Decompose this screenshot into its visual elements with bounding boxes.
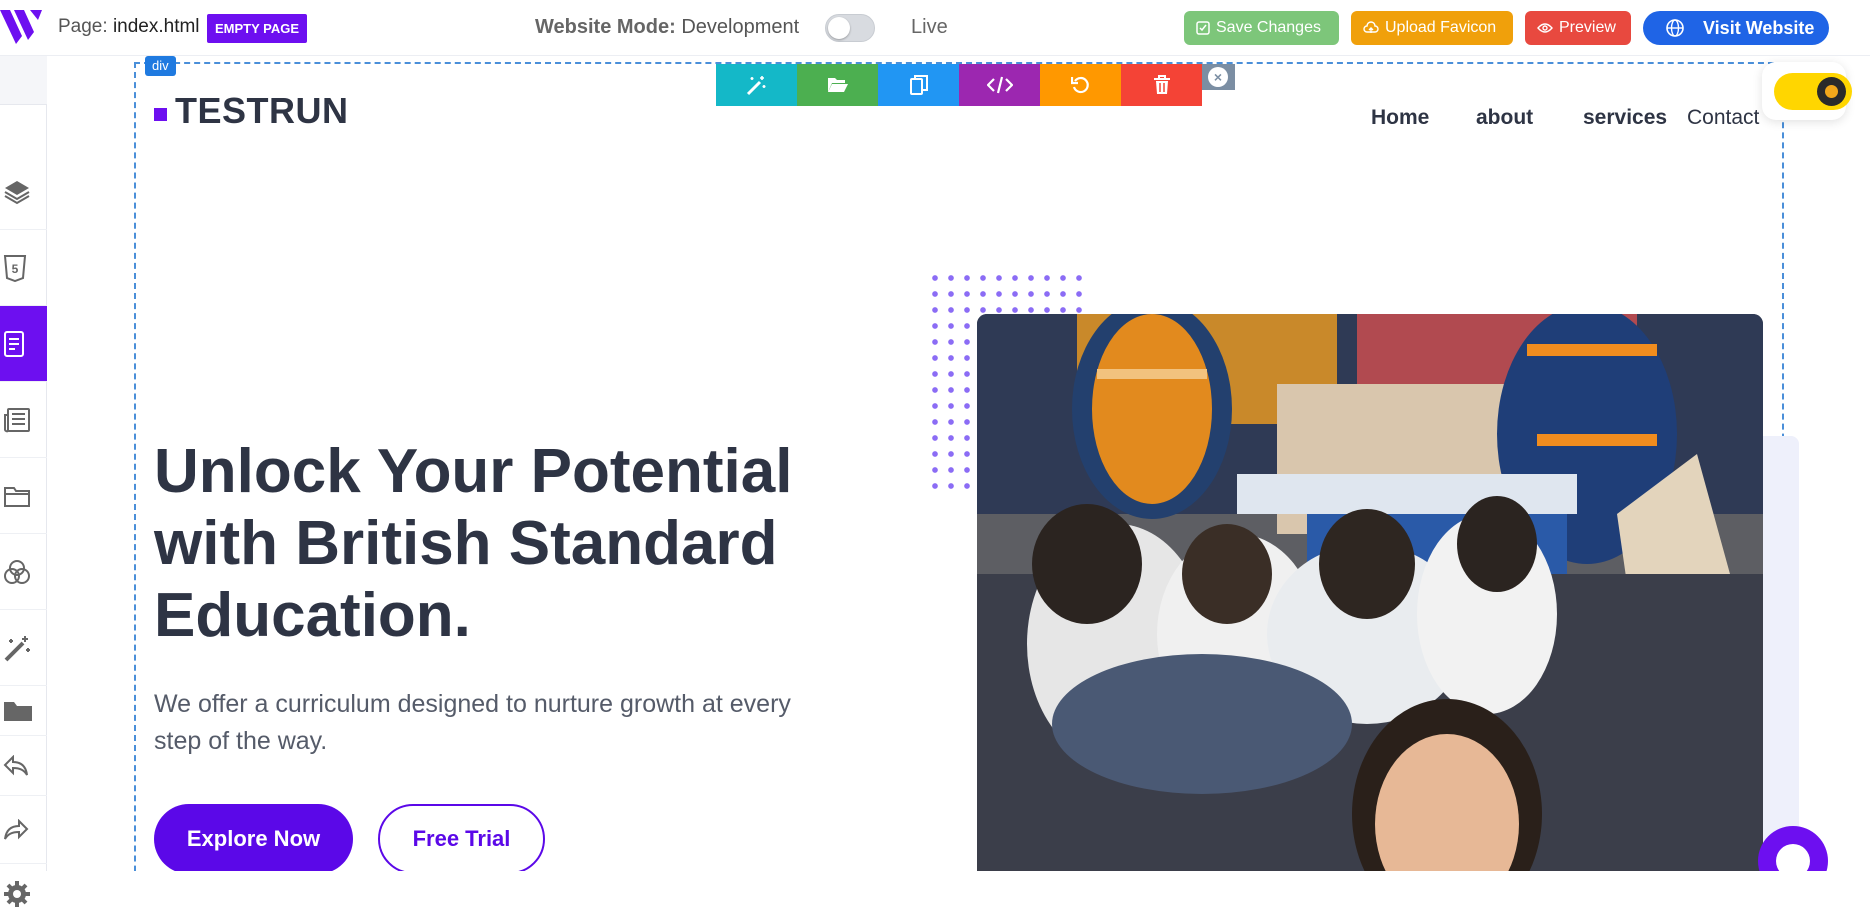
save-changes-label: Save Changes [1216, 19, 1321, 36]
copy-icon[interactable] [878, 64, 959, 106]
globe-icon [1666, 19, 1684, 37]
folder-open-icon[interactable] [797, 64, 878, 106]
empty-page-badge: EMPTY PAGE [207, 14, 308, 43]
mode-toggle[interactable] [825, 14, 875, 42]
top-bar: Page: index.html EMPTY PAGE Website Mode… [0, 0, 1870, 56]
page-indicator: Page: index.html [58, 16, 200, 38]
upload-favicon-label: Upload Favicon [1385, 19, 1497, 36]
site-logo[interactable]: TESTRUN [154, 90, 349, 132]
page-prefix: Page: [58, 16, 108, 37]
chat-icon [1776, 844, 1810, 871]
toggle-knob [828, 17, 850, 39]
html5-icon[interactable]: 5 [0, 230, 47, 306]
cloud-upload-icon [1363, 21, 1379, 33]
preview-button[interactable]: Preview [1525, 11, 1631, 45]
decorative-side-panel [1763, 436, 1799, 871]
nav-link-home[interactable]: Home [1371, 106, 1429, 130]
visit-website-button[interactable]: Visit Website [1643, 11, 1829, 45]
theme-toggle[interactable] [1762, 62, 1852, 120]
redo-icon[interactable] [0, 796, 47, 864]
website-mode: Website Mode: Development [535, 16, 799, 39]
free-trial-button[interactable]: Free Trial [378, 804, 545, 871]
undo-icon[interactable] [1040, 64, 1121, 106]
check-square-icon [1196, 21, 1210, 35]
sidebar-header [0, 56, 47, 105]
mode-value: Development [681, 16, 800, 38]
nav-link-about[interactable]: about [1476, 106, 1533, 130]
undo-icon[interactable] [0, 736, 47, 796]
explore-now-button[interactable]: Explore Now [154, 804, 353, 871]
save-changes-button[interactable]: Save Changes [1184, 11, 1339, 45]
layers-icon[interactable] [0, 154, 47, 230]
close-icon: × [1208, 67, 1228, 87]
nav-link-contact[interactable]: Contact [1687, 106, 1759, 130]
live-label: Live [911, 16, 948, 38]
left-sidebar: 5 [0, 56, 47, 907]
mode-label: Website Mode: [535, 16, 676, 38]
circles-icon[interactable] [0, 534, 47, 610]
nav-link-services[interactable]: services [1583, 106, 1667, 130]
page-icon[interactable] [0, 306, 47, 382]
hero-headline: Unlock Your Potential with British Stand… [154, 437, 793, 650]
visit-website-label: Visit Website [1703, 18, 1815, 38]
site-brand-name: TESTRUN [175, 90, 349, 131]
svg-text:5: 5 [12, 262, 19, 276]
sun-icon [1817, 77, 1846, 106]
gear-icon[interactable] [0, 864, 47, 924]
logo-mark [154, 107, 167, 121]
close-toolbar-button[interactable]: × [1201, 64, 1235, 90]
code-icon[interactable] [959, 64, 1040, 106]
magic-wand-icon[interactable] [0, 610, 47, 686]
magic-wand-icon[interactable] [716, 64, 797, 106]
page-name: index.html [112, 16, 200, 37]
preview-label: Preview [1559, 19, 1616, 36]
app-logo[interactable] [0, 6, 44, 46]
trash-icon[interactable] [1121, 64, 1202, 106]
newspaper-icon[interactable] [0, 382, 47, 458]
upload-favicon-button[interactable]: Upload Favicon [1351, 11, 1513, 45]
selected-element-tag: div [145, 56, 176, 76]
theme-toggle-track [1774, 73, 1852, 110]
hero-image [977, 314, 1763, 871]
folder-solid-icon[interactable] [0, 686, 47, 736]
editor-canvas[interactable]: div × TESTRUN Home about services Contac… [47, 56, 1870, 871]
hero-subtext: We offer a curriculum designed to nurtur… [154, 690, 791, 755]
element-edit-toolbar [716, 64, 1202, 106]
folder-outline-icon[interactable] [0, 458, 47, 534]
eye-icon [1537, 23, 1553, 33]
